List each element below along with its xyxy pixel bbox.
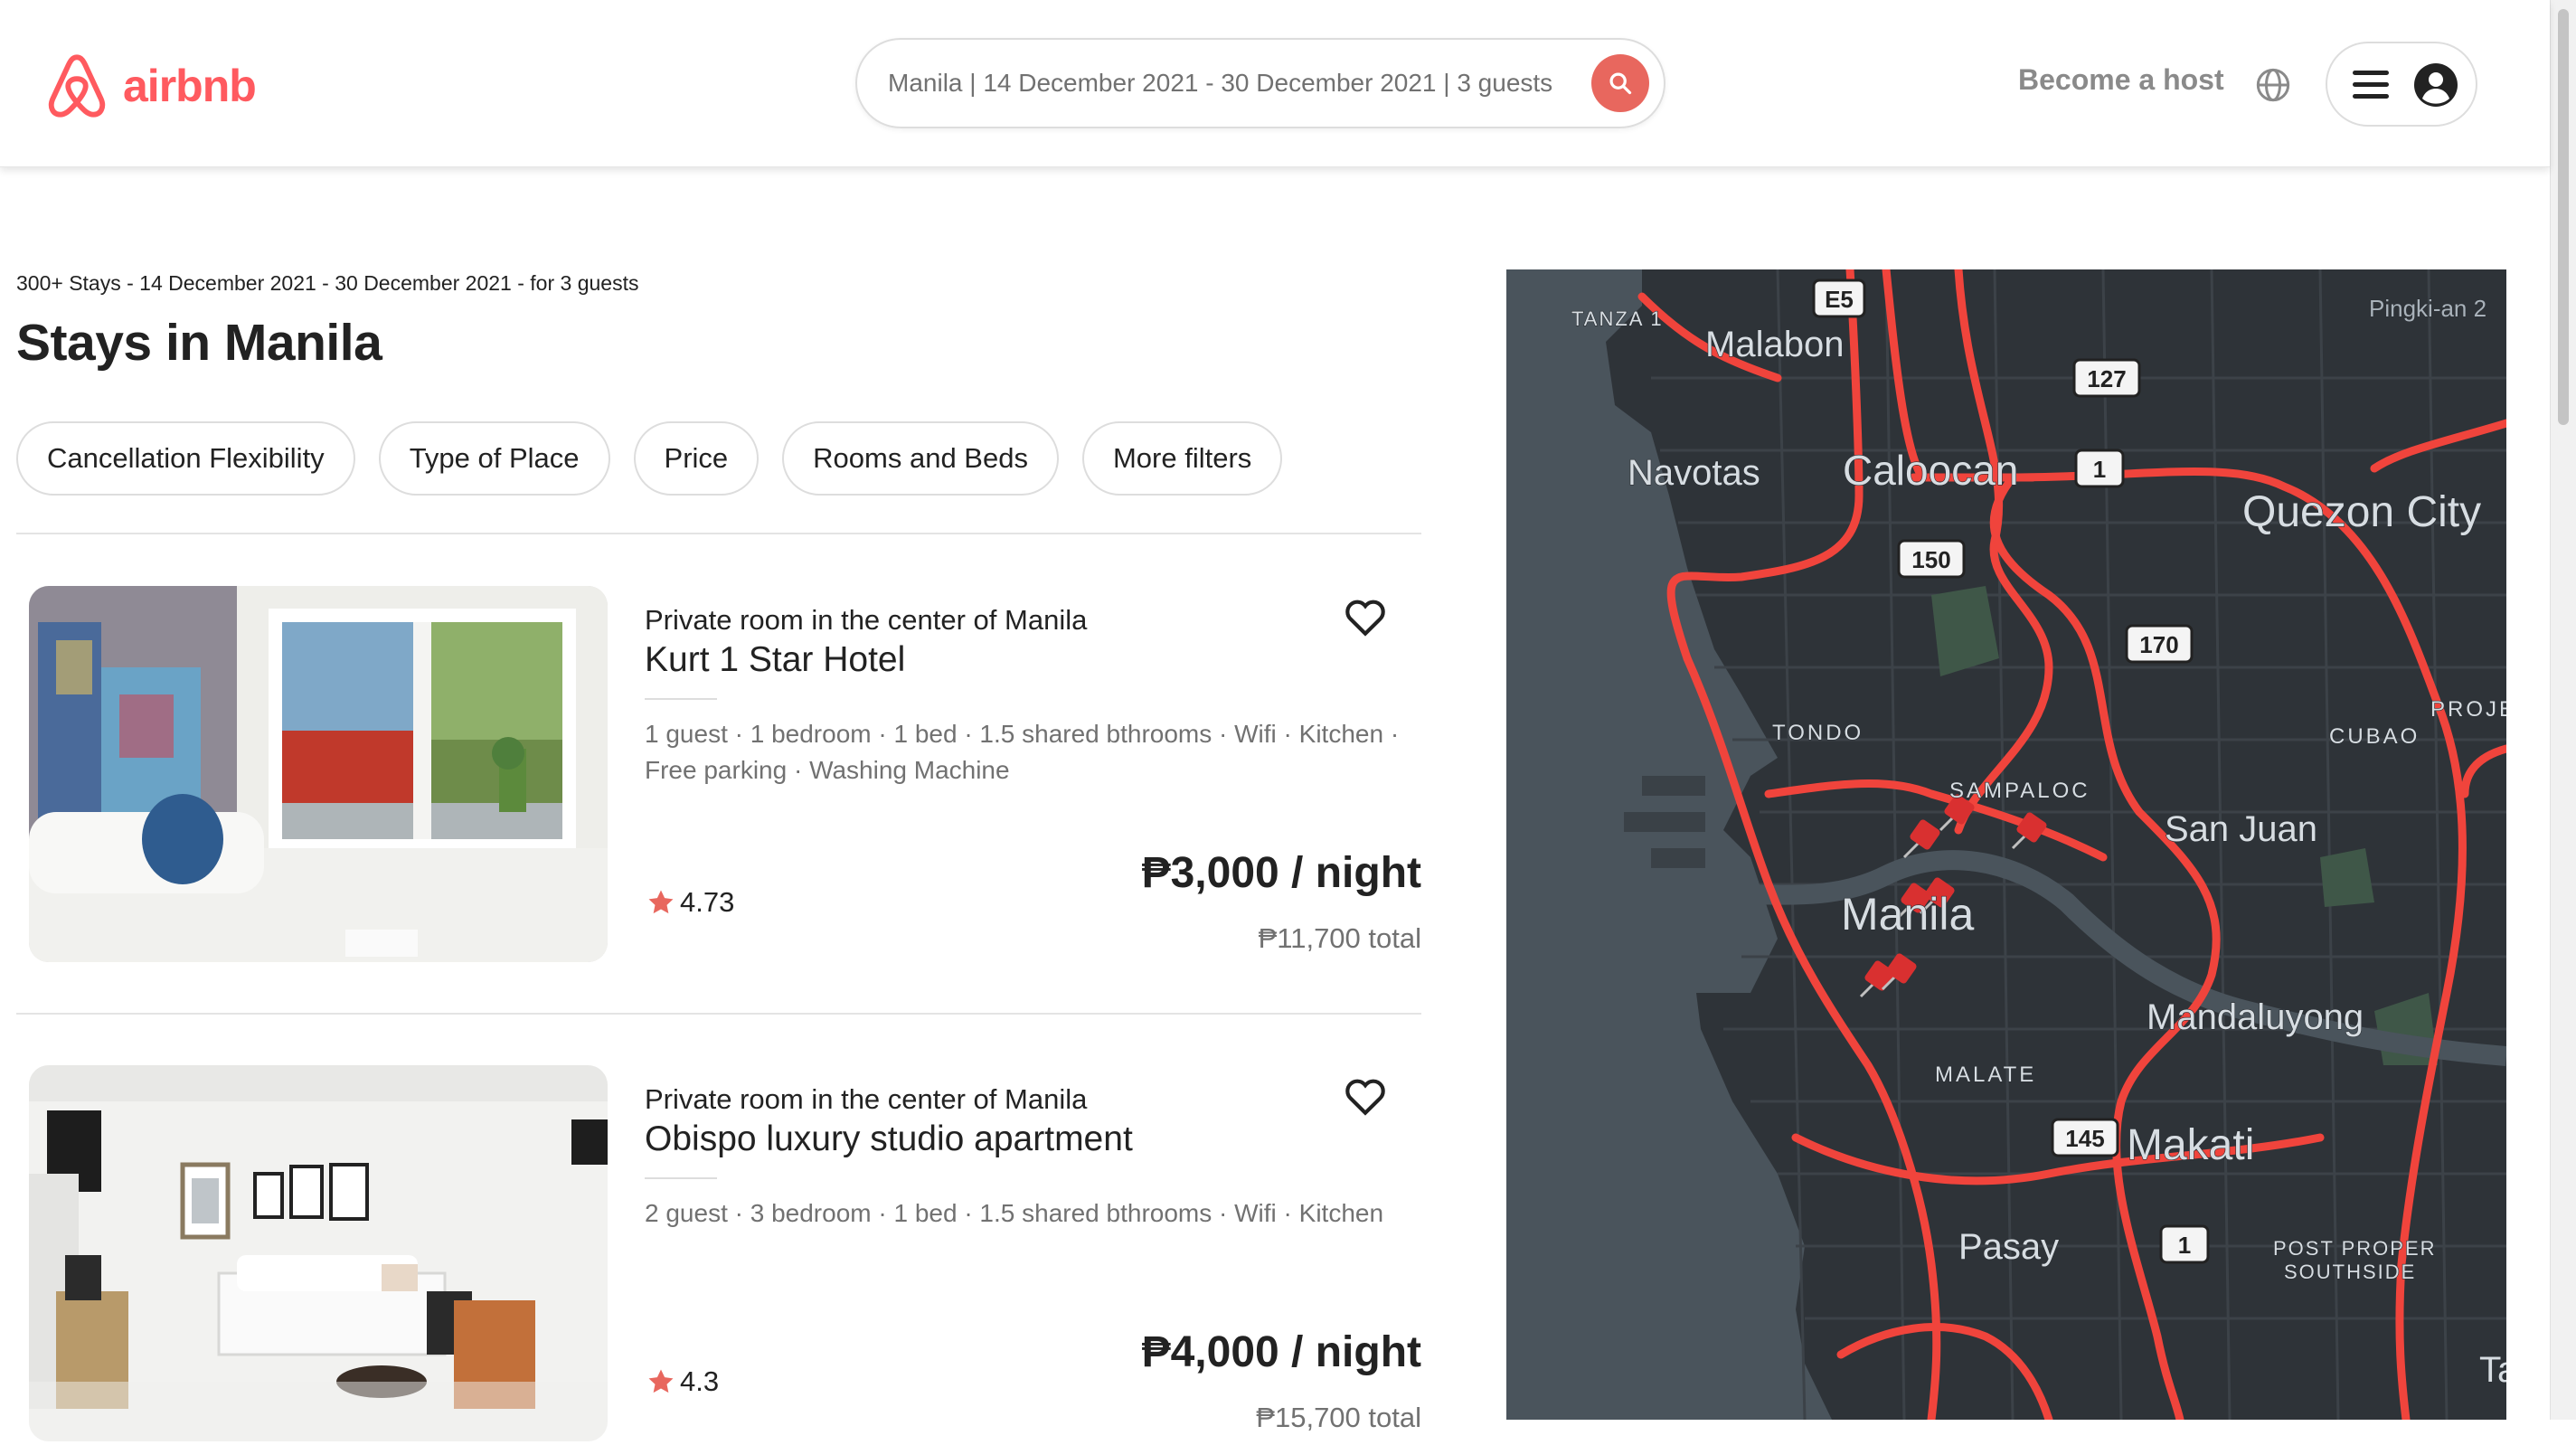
listing-price: ₱4,000 / night [1141,1328,1421,1376]
listing-separator [645,1177,717,1179]
label-southside: SOUTHSIDE [2284,1261,2416,1283]
label-cubao: CUBAO [2329,724,2420,749]
label-pasay: Pasay [1958,1227,2059,1267]
label-pingki-an: Pingki-an 2 [2369,295,2486,322]
logo-text: airbnb [123,61,257,111]
listing-photo[interactable] [29,586,608,962]
globe-icon[interactable] [2255,67,2291,103]
rating-value: 4.3 [680,1365,720,1397]
favorite-heart-icon[interactable] [1342,595,1389,640]
label-navotas: Navotas [1628,453,1760,493]
star-icon [648,1369,674,1393]
label-sampaloc: SAMPALOC [1949,779,2090,803]
listing-card[interactable]: Private room in the center of Manila Kur… [16,586,1421,966]
listing-name[interactable]: Kurt 1 Star Hotel [645,640,905,680]
filter-rooms-and-beds[interactable]: Rooms and Beds [782,421,1059,496]
star-icon [648,890,674,914]
shield-e5: E5 [1825,286,1854,313]
shield-150: 150 [1911,546,1950,573]
label-malate: MALATE [1935,1062,2036,1087]
results-summary: 300+ Stays - 14 December 2021 - 30 Decem… [16,271,639,295]
shield-1-north: 1 [2093,456,2106,483]
divider [16,1013,1421,1015]
user-avatar-icon [2414,63,2458,107]
shield-1-south: 1 [2178,1232,2191,1259]
label-proje: PROJE [2430,697,2506,722]
map-canvas[interactable]: E5 127 1 150 170 145 1 Malabon Navotas C… [1506,269,2506,1420]
listing-total: ₱11,700 total [1258,922,1421,954]
listing-type: Private room in the center of Manila [645,604,1088,636]
label-makati: Makati [2127,1121,2254,1169]
map-panel[interactable]: E5 127 1 150 170 145 1 Malabon Navotas C… [1506,269,2506,1420]
label-post-proper: POST PROPER [2273,1237,2437,1260]
rating-value: 4.73 [680,886,735,918]
search-button[interactable] [1591,54,1649,112]
become-a-host-link[interactable]: Become a host [2018,63,2224,97]
search-icon [1609,72,1632,95]
listing-photo[interactable] [29,1065,608,1441]
scrollbar-thumb[interactable] [2558,9,2569,425]
filter-type-of-place[interactable]: Type of Place [378,421,610,496]
listing-separator [645,698,717,700]
listing-photo-image [29,1065,608,1441]
listing-card[interactable]: Private room in the center of Manila Obi… [16,1065,1421,1445]
label-tondo: TONDO [1772,721,1864,745]
label-quezon-city: Quezon City [2242,488,2481,536]
label-manila: Manila [1841,889,1974,940]
listing-total: ₱15,700 total [1256,1402,1421,1433]
label-mandaluyong: Mandaluyong [2147,997,2364,1037]
favorite-heart-icon[interactable] [1342,1074,1389,1119]
filter-more-filters[interactable]: More filters [1081,421,1283,496]
search-bar[interactable]: Manila | 14 December 2021 - 30 December … [855,38,1665,128]
search-summary[interactable]: Manila | 14 December 2021 - 30 December … [888,40,1552,127]
hamburger-menu-icon [2353,71,2389,99]
label-tanza: TANZA 1 [1571,307,1664,330]
user-menu-button[interactable] [2326,42,2477,127]
shield-127: 127 [2087,365,2126,392]
filter-bar: Cancellation Flexibility Type of Place P… [16,421,1283,496]
shield-170: 170 [2139,631,2178,658]
listing-name[interactable]: Obispo luxury studio apartment [645,1119,1133,1159]
label-ta: Ta [2479,1350,2506,1390]
filter-price[interactable]: Price [633,421,760,496]
page-title: Stays in Manila [16,314,382,372]
listing-amenities: 2 guest · 3 bedroom · 1 bed · 1.5 shared… [645,1199,1384,1227]
page-scrollbar[interactable] [2550,0,2576,1420]
listing-rating: 4.73 [646,886,734,919]
listing-amenities: 1 guest · 1 bedroom · 1 bed · 1.5 shared… [645,720,1400,784]
listing-photo-image [29,586,608,962]
shield-145: 145 [2065,1125,2104,1152]
airbnb-logo[interactable]: airbnb [42,45,257,127]
airbnb-logo-icon [48,54,106,118]
label-malabon: Malabon [1705,325,1844,364]
listing-rating: 4.3 [646,1365,719,1398]
top-navbar: airbnb Manila | 14 December 2021 - 30 De… [0,0,2550,167]
label-san-juan: San Juan [2165,809,2317,849]
listing-price: ₱3,000 / night [1141,849,1421,897]
divider [16,533,1421,534]
filter-cancellation-flexibility[interactable]: Cancellation Flexibility [16,421,355,496]
label-caloocan: Caloocan [1843,447,2018,494]
listing-type: Private room in the center of Manila [645,1083,1088,1115]
